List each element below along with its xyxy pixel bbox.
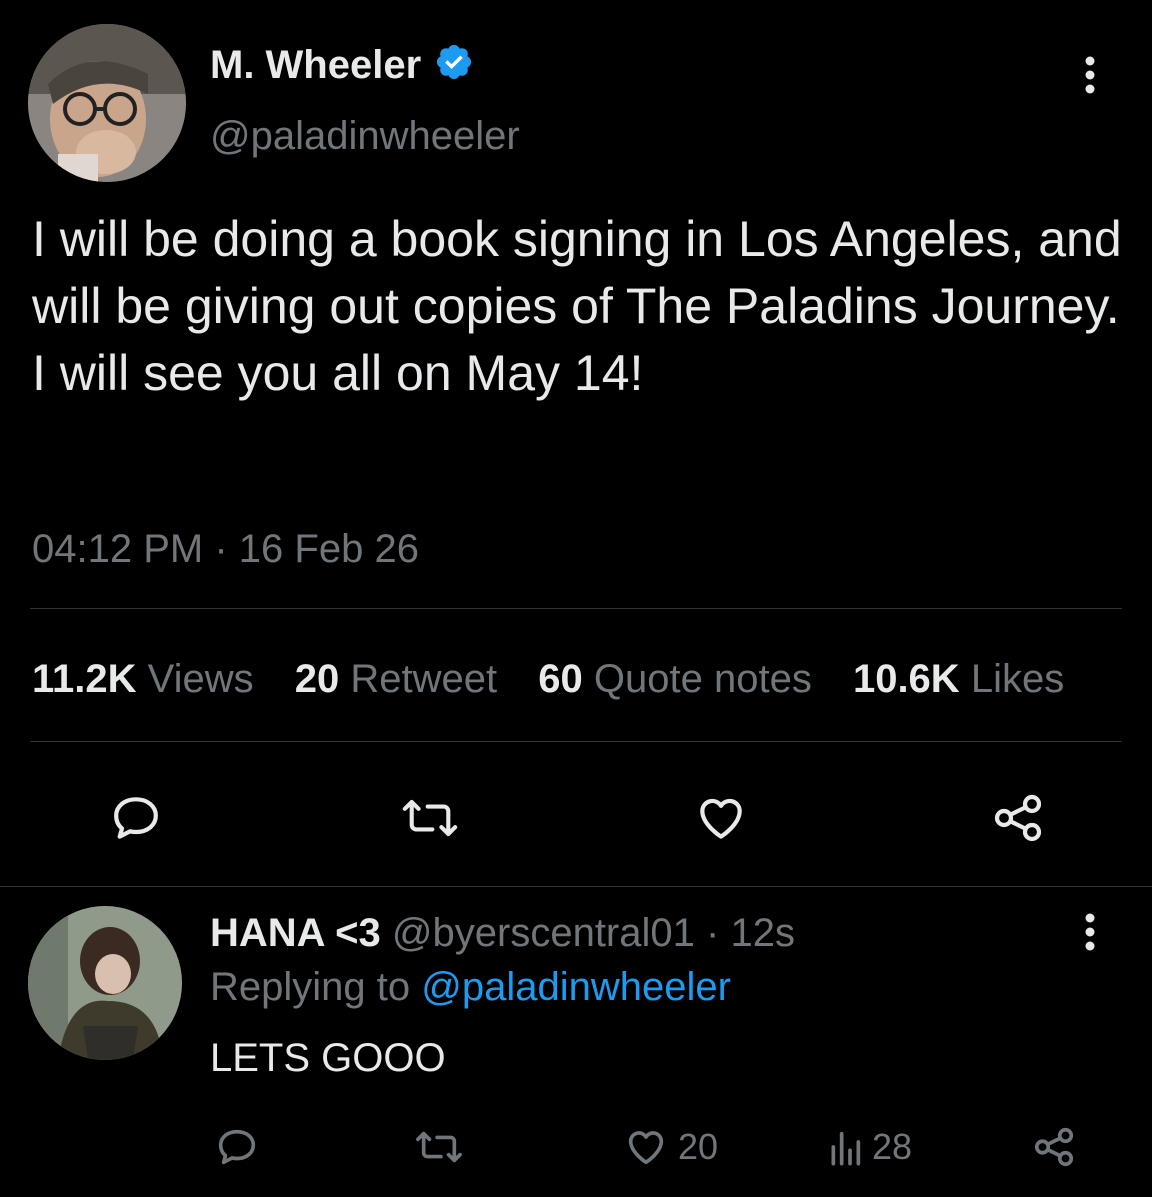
reply-retweet-icon[interactable] [412, 1124, 466, 1170]
retweet-icon[interactable] [398, 790, 462, 846]
tweet-time: 04:12 PM [32, 527, 204, 571]
replying-to-line: Replying to @paladinwheeler [210, 962, 731, 1012]
views-icon [828, 1127, 862, 1167]
divider-top [30, 608, 1122, 609]
reply-like-button[interactable]: 20 [622, 1124, 718, 1170]
quotes-label: Quote notes [593, 657, 812, 701]
retweets-stat[interactable]: 20 Retweet [295, 657, 509, 701]
reply-views-button[interactable]: 28 [828, 1124, 912, 1170]
likes-stat[interactable]: 10.6K Likes [853, 657, 1064, 701]
reply-handle[interactable]: @byerscentral01 [392, 911, 695, 955]
author-avatar[interactable] [28, 24, 186, 182]
author-handle[interactable]: @paladinwheeler [210, 112, 520, 160]
thread-divider [0, 886, 1152, 887]
author-name-text: M. Wheeler [210, 43, 422, 87]
verified-badge-icon [434, 42, 474, 82]
reply-share-icon[interactable] [1030, 1124, 1078, 1170]
replying-to-label: Replying to [210, 965, 411, 1009]
quotes-count: 60 [538, 657, 583, 701]
tweet-date: 16 Feb 26 [238, 527, 419, 571]
reply-reply-icon[interactable] [214, 1124, 260, 1170]
reply-separator: · [706, 911, 720, 955]
retweets-count: 20 [294, 657, 340, 701]
reply-like-icon [622, 1124, 670, 1170]
views-stat[interactable]: 11.2K Views [32, 657, 265, 701]
likes-count: 10.6K [852, 657, 960, 701]
likes-label: Likes [970, 657, 1065, 701]
share-icon[interactable] [990, 790, 1046, 846]
timestamp-separator: · [214, 527, 228, 571]
reply-avatar[interactable] [28, 906, 182, 1060]
reply-text: LETS GOOO [210, 1036, 446, 1080]
tweet-timestamp[interactable]: 04:12 PM · 16 Feb 26 [32, 524, 419, 574]
more-options-icon[interactable] [1078, 55, 1102, 95]
tweet-text: I will be doing a book signing in Los An… [32, 211, 1122, 401]
reply-age: 12s [730, 911, 795, 955]
divider-bottom [30, 741, 1122, 742]
author-display-name[interactable]: M. Wheeler [210, 40, 474, 90]
retweets-label: Retweet [350, 657, 498, 701]
replying-to-link[interactable]: @paladinwheeler [421, 965, 731, 1009]
reply-icon[interactable] [108, 790, 164, 846]
reply-display-name[interactable]: HANA <3 [210, 911, 381, 955]
reply-more-options-icon[interactable] [1078, 912, 1102, 952]
quotes-stat[interactable]: 60 Quote notes [538, 657, 823, 701]
reply-views-count: 28 [872, 1126, 913, 1167]
views-count: 11.2K [32, 657, 137, 701]
reply-header: HANA <3 @byerscentral01 · 12s [210, 908, 795, 958]
stats-row: 11.2K Views 20 Retweet 60 Quote notes 10… [32, 654, 1064, 704]
like-icon[interactable] [692, 790, 750, 846]
reply-like-count: 20 [678, 1126, 719, 1167]
views-label: Views [147, 657, 254, 701]
